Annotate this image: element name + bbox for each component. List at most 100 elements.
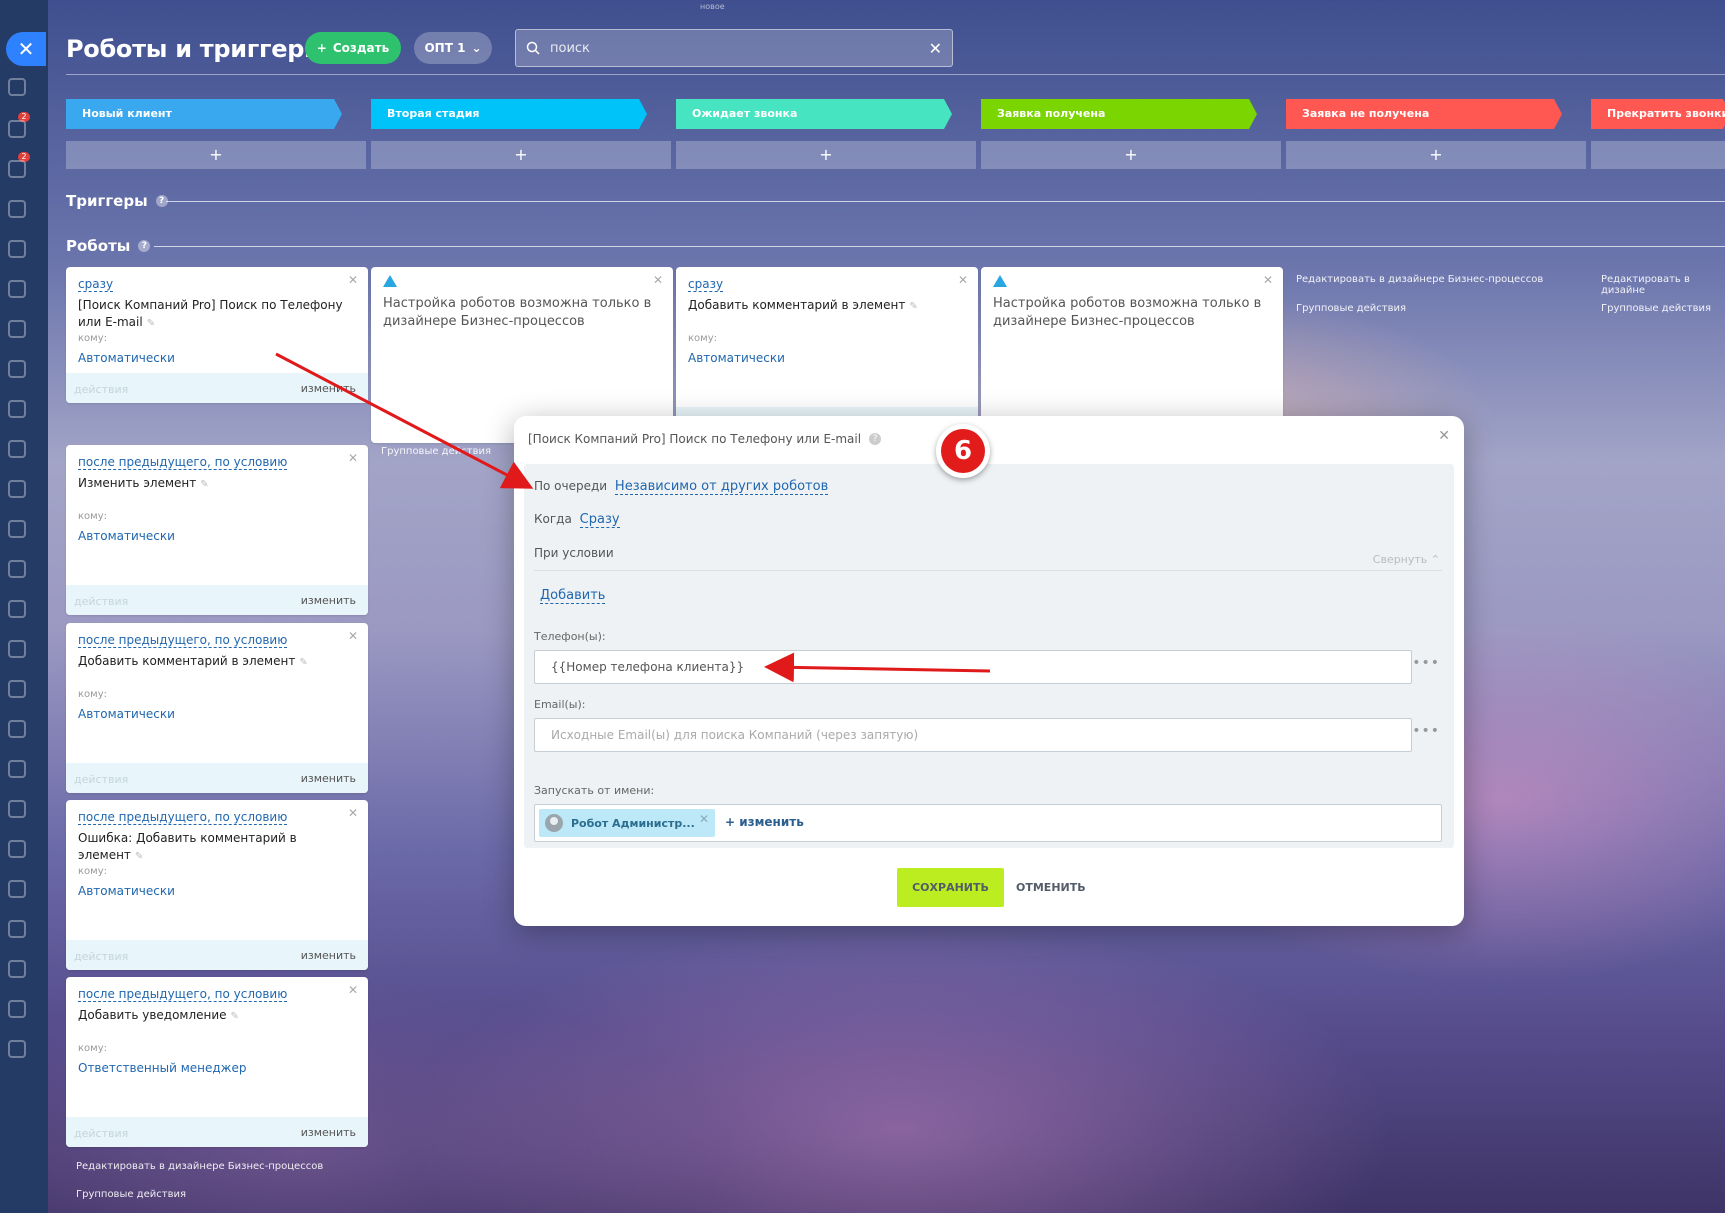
stage-awaiting-call[interactable]: Ожидает звонка bbox=[676, 99, 952, 129]
group-actions-link[interactable]: Групповые действия bbox=[1296, 303, 1406, 314]
robot-actions-link[interactable]: действия bbox=[74, 595, 128, 608]
grid-icon[interactable] bbox=[8, 1000, 26, 1018]
crm-icon[interactable] bbox=[8, 760, 26, 778]
delete-robot-icon[interactable]: ✕ bbox=[348, 273, 358, 287]
close-dialog-icon[interactable]: ✕ bbox=[1438, 428, 1450, 444]
stage-request-not-received[interactable]: Заявка не получена bbox=[1286, 99, 1562, 129]
chat-icon[interactable] bbox=[8, 78, 26, 96]
delete-robot-icon[interactable]: ✕ bbox=[958, 273, 968, 287]
store-icon[interactable] bbox=[8, 640, 26, 658]
add-trigger-button[interactable]: + bbox=[676, 141, 976, 169]
robot-card[interactable]: после предыдущего, по условию ✕ Ошибка: … bbox=[66, 800, 368, 970]
calendar-icon[interactable] bbox=[8, 360, 26, 378]
robot-condition[interactable]: сразу bbox=[78, 277, 114, 292]
help-icon[interactable]: ? bbox=[869, 433, 882, 445]
stage-stop-calls[interactable]: Прекратить звонки bbox=[1591, 99, 1725, 129]
pencil-icon[interactable]: ✎ bbox=[135, 851, 143, 862]
cart-icon[interactable] bbox=[8, 920, 26, 938]
robot-card[interactable]: после предыдущего, по условию ✕ Добавить… bbox=[66, 623, 368, 793]
building-icon[interactable] bbox=[8, 440, 26, 458]
pencil-icon[interactable]: ✎ bbox=[299, 657, 307, 668]
add-trigger-button[interactable]: + bbox=[66, 141, 366, 169]
robot-actions-link[interactable]: действия bbox=[74, 383, 128, 396]
when-select[interactable]: Сразу bbox=[579, 512, 620, 528]
robot-condition[interactable]: после предыдущего, по условию bbox=[78, 633, 288, 648]
designer-link[interactable]: Редактировать в дизайне bbox=[1601, 274, 1725, 296]
tasks-icon[interactable] bbox=[8, 160, 26, 178]
funnel-select-button[interactable]: ОПТ 1 ⌄ bbox=[414, 32, 492, 64]
robot-condition[interactable]: после предыдущего, по условию bbox=[78, 455, 288, 470]
robot-edit-link[interactable]: изменить bbox=[301, 949, 356, 962]
designer-link[interactable]: Редактировать в дизайнере Бизнес-процесс… bbox=[1296, 274, 1543, 285]
user-chip[interactable]: Робот Администр... bbox=[539, 809, 715, 837]
run-as-selector[interactable]: Робот Администр... ✕ + изменить bbox=[534, 804, 1442, 842]
settings-icon[interactable] bbox=[8, 240, 26, 258]
robot-actions-link[interactable]: действия bbox=[74, 1127, 128, 1140]
more-icon[interactable] bbox=[8, 1040, 26, 1058]
robot-edit-link[interactable]: изменить bbox=[301, 594, 356, 607]
robot-edit-link[interactable]: изменить bbox=[301, 382, 356, 395]
clear-search-icon[interactable]: ✕ bbox=[929, 39, 942, 58]
drive-icon[interactable] bbox=[8, 480, 26, 498]
remove-user-icon[interactable]: ✕ bbox=[699, 812, 709, 826]
close-slider-button[interactable]: ✕ bbox=[6, 32, 46, 66]
chart-icon[interactable] bbox=[8, 600, 26, 618]
robot-condition[interactable]: после предыдущего, по условию bbox=[78, 810, 288, 825]
stage-new-client[interactable]: Новый клиент bbox=[66, 99, 342, 129]
search-input[interactable] bbox=[550, 40, 919, 56]
queue-select[interactable]: Независимо от других роботов bbox=[614, 479, 829, 495]
add-condition-link[interactable]: Добавить bbox=[540, 588, 606, 604]
stage-request-received[interactable]: Заявка получена bbox=[981, 99, 1257, 129]
phone-input[interactable] bbox=[534, 650, 1412, 684]
more-options-icon[interactable]: ••• bbox=[1412, 723, 1440, 739]
close-icon[interactable]: ✕ bbox=[653, 273, 663, 287]
list-icon[interactable] bbox=[8, 400, 26, 418]
cancel-button[interactable]: ОТМЕНИТЬ bbox=[1016, 868, 1086, 907]
delete-robot-icon[interactable]: ✕ bbox=[348, 451, 358, 465]
pencil-icon[interactable]: ✎ bbox=[147, 318, 155, 329]
market-icon[interactable] bbox=[8, 880, 26, 898]
robot-card[interactable]: сразу ✕ Добавить комментарий в элемент ✎ … bbox=[676, 267, 978, 437]
robot-condition[interactable]: сразу bbox=[688, 277, 724, 292]
robot-card[interactable]: сразу ✕ [Поиск Компаний Pro] Поиск по Те… bbox=[66, 267, 368, 403]
robot-edit-link[interactable]: изменить bbox=[301, 1126, 356, 1139]
add-trigger-button[interactable]: + bbox=[371, 141, 671, 169]
group-actions-link[interactable]: Групповые действия bbox=[76, 1189, 186, 1200]
robot-card[interactable]: после предыдущего, по условию ✕ Добавить… bbox=[66, 977, 368, 1147]
target-icon[interactable] bbox=[8, 520, 26, 538]
book-icon[interactable] bbox=[8, 680, 26, 698]
stage-second[interactable]: Вторая стадия bbox=[371, 99, 647, 129]
robot-actions-link[interactable]: действия bbox=[74, 773, 128, 786]
delete-robot-icon[interactable]: ✕ bbox=[348, 806, 358, 820]
sites-icon[interactable] bbox=[8, 840, 26, 858]
card-icon[interactable] bbox=[8, 560, 26, 578]
add-trigger-button[interactable]: + bbox=[981, 141, 1281, 169]
robot-actions-link[interactable]: действия bbox=[74, 950, 128, 963]
close-icon[interactable]: ✕ bbox=[1263, 273, 1273, 287]
add-trigger-button[interactable] bbox=[1591, 141, 1725, 169]
docs-icon[interactable] bbox=[8, 280, 26, 298]
delete-robot-icon[interactable]: ✕ bbox=[348, 983, 358, 997]
group-actions-link[interactable]: Групповые действия bbox=[1601, 303, 1711, 314]
add-trigger-button[interactable]: + bbox=[1286, 141, 1586, 169]
people-icon[interactable] bbox=[8, 720, 26, 738]
help-icon[interactable]: ? bbox=[138, 240, 151, 252]
create-button[interactable]: + Создать bbox=[305, 32, 401, 64]
pencil-icon[interactable]: ✎ bbox=[909, 301, 917, 312]
email-input[interactable] bbox=[534, 718, 1412, 752]
robot-card[interactable]: после предыдущего, по условию ✕ Изменить… bbox=[66, 445, 368, 615]
robot-edit-link[interactable]: изменить bbox=[301, 772, 356, 785]
more-options-icon[interactable]: ••• bbox=[1412, 655, 1440, 671]
collapse-button[interactable]: Свернуть ⌃ bbox=[1373, 553, 1440, 566]
robot-condition[interactable]: после предыдущего, по условию bbox=[78, 987, 288, 1002]
funnel-icon[interactable] bbox=[8, 120, 26, 138]
contacts-icon[interactable] bbox=[8, 200, 26, 218]
mail-icon[interactable] bbox=[8, 320, 26, 338]
search-box[interactable]: ✕ bbox=[515, 29, 953, 67]
group-actions-link[interactable]: Групповые действия bbox=[381, 446, 491, 457]
pencil-icon[interactable]: ✎ bbox=[231, 1011, 239, 1022]
designer-link[interactable]: Редактировать в дизайнере Бизнес-процесс… bbox=[76, 1161, 323, 1172]
pencil-icon[interactable]: ✎ bbox=[200, 479, 208, 490]
phone-icon[interactable] bbox=[8, 800, 26, 818]
bot-icon[interactable] bbox=[8, 960, 26, 978]
